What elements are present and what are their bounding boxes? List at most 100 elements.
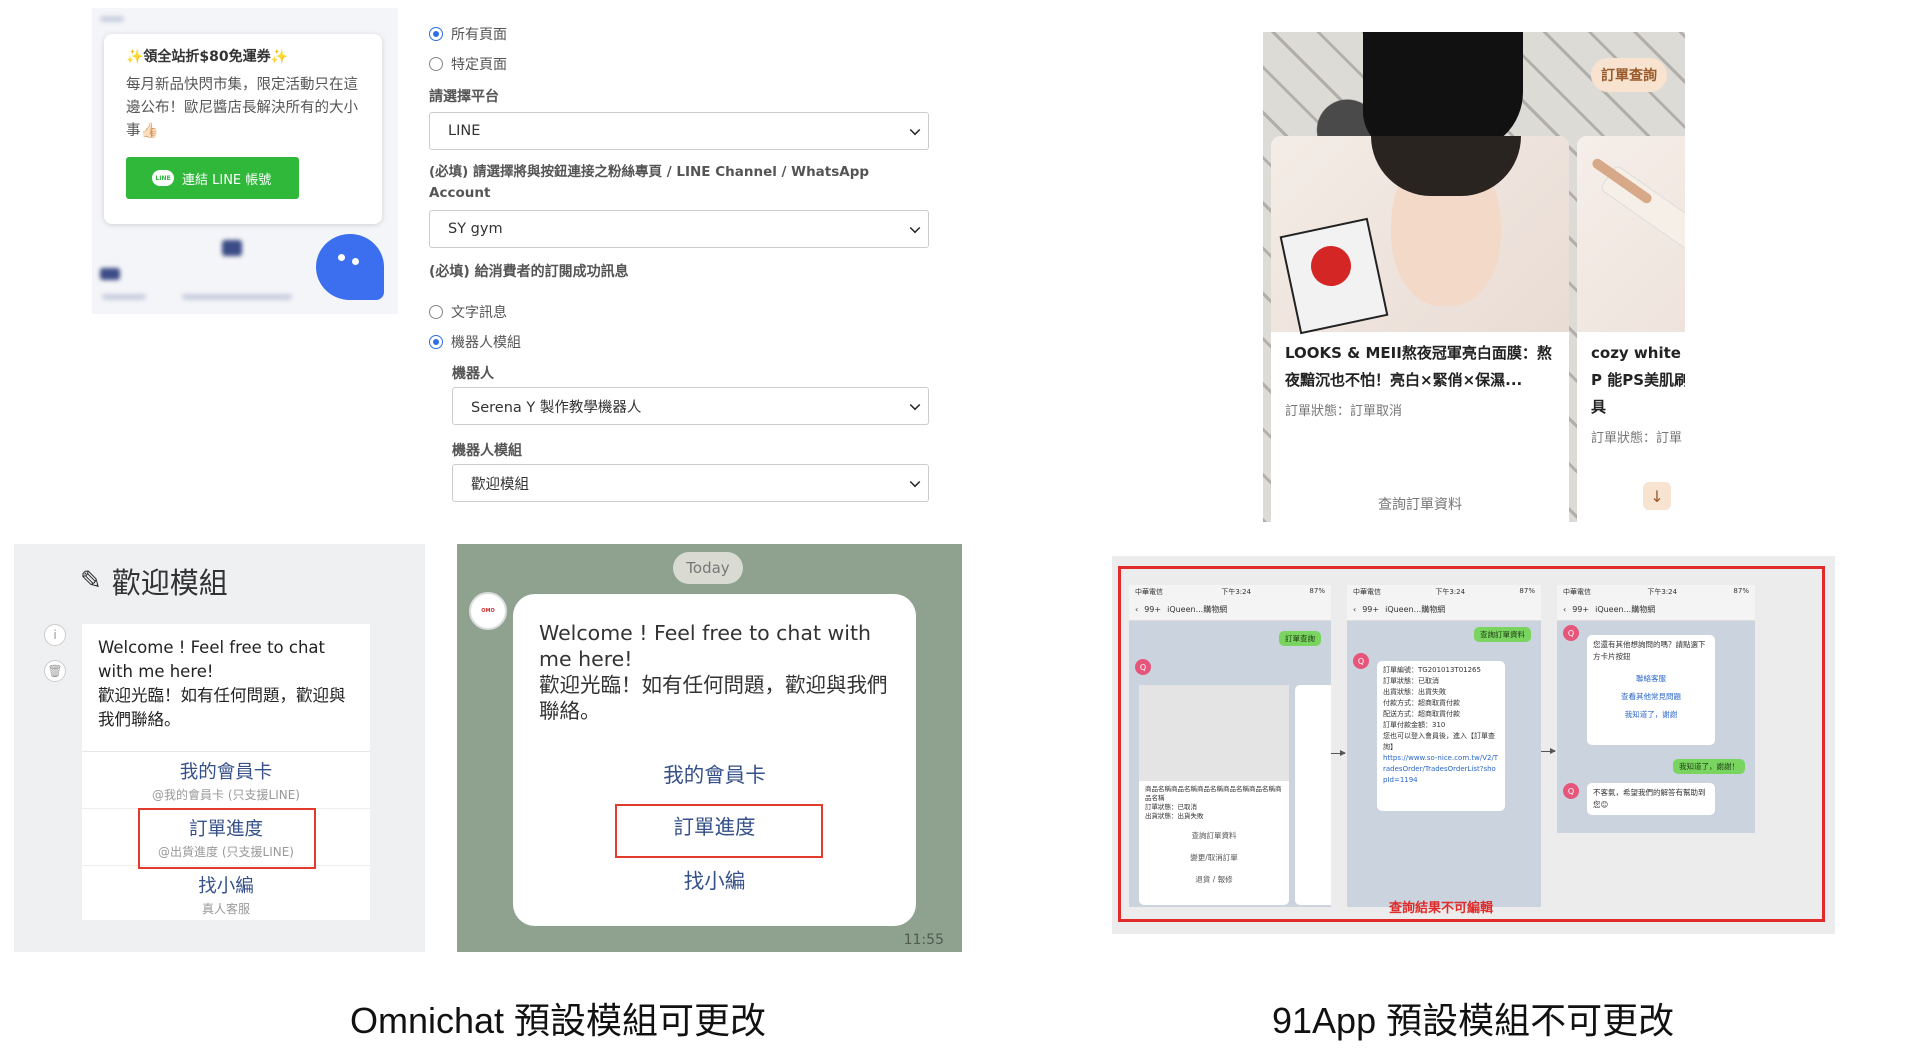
bot-avatar: Q	[1563, 625, 1579, 641]
caption-omnichat: Omnichat 預設模組可更改	[350, 1000, 767, 1041]
radio-text-message[interactable]: 文字訊息	[429, 302, 521, 322]
line-chat-preview: Today OMO Welcome ! Feel free to chat wi…	[457, 544, 962, 952]
message-type-radios: 文字訊息 機器人模組	[429, 302, 521, 352]
trash-icon[interactable]: 🗑	[44, 660, 66, 682]
module-label: 機器人模組	[452, 443, 522, 459]
platform-value: LINE	[448, 123, 481, 139]
editor-message-card: Welcome ! Feel free to chat with me here…	[82, 624, 370, 920]
bot-avatar: Q	[1135, 659, 1151, 675]
order-card-title: cozy white P 能PS美肌刷具	[1591, 344, 1685, 416]
bot-avatar: Q	[1353, 653, 1369, 669]
module-select[interactable]: 歡迎模組	[452, 464, 929, 502]
battery: 87%	[1309, 587, 1325, 595]
chat-message-text: Welcome ! Feel free to chat with me here…	[539, 621, 888, 723]
product-card: 商品名稱商品名稱商品名稱商品名稱商品名稱商品名稱 訂單狀態：已取消 出貨狀態：出…	[1139, 685, 1289, 905]
platform-label: 請選擇平台	[429, 89, 499, 105]
line-icon: LINE	[152, 170, 174, 186]
clock: 下午3:24	[1221, 588, 1252, 596]
user-bubble: 我知道了，謝謝！	[1673, 759, 1745, 774]
product-image	[1271, 136, 1569, 335]
channel-label: (必填) 請選擇將與按鈕連接之粉絲專頁 / LINE Channel / Wha…	[429, 164, 870, 201]
unread-count: 99+	[1362, 605, 1380, 614]
status-bar: 中華電信 下午3:24 87%	[1347, 585, 1541, 599]
faq-option[interactable]: 查看其他常見問題	[1593, 691, 1709, 703]
back-icon[interactable]: ‹	[1563, 605, 1566, 614]
chevron-down-icon	[909, 222, 921, 234]
order-card-status: 訂單狀態：訂單取消	[1285, 404, 1403, 419]
faq-option[interactable]: 聯絡客服	[1593, 673, 1709, 685]
action-return[interactable]: 退貨 / 報修	[1139, 869, 1289, 891]
app91-chat-screenshots: 中華電信 下午3:24 87% ‹ 99+ iQueen...購物網 訂單查詢 …	[1112, 556, 1835, 934]
shop-name: iQueen...購物網	[1595, 605, 1656, 614]
chat-header: ‹ 99+ iQueen...購物網	[1129, 599, 1331, 621]
phone-screen: 中華電信 下午3:24 87% ‹ 99+ iQueen...購物網 Q 您還有…	[1557, 585, 1755, 833]
order-card[interactable]: cozy white P 能PS美肌刷具 訂單狀態：訂單	[1577, 136, 1685, 522]
shop-name: iQueen...購物網	[1167, 605, 1228, 614]
radio-all-pages[interactable]: 所有頁面	[429, 24, 507, 44]
editor-message-text[interactable]: Welcome ! Feel free to chat with me here…	[82, 624, 370, 752]
faq-option[interactable]: 我知道了，謝謝	[1593, 709, 1709, 721]
clock: 下午3:24	[1435, 588, 1466, 596]
action-change[interactable]: 變更/取消訂單	[1139, 847, 1289, 869]
success-message-label: (必填) 給消費者的訂閱成功訊息	[429, 264, 629, 280]
product-status: 出貨狀態：出貨失敗	[1145, 812, 1204, 820]
unread-count: 99+	[1572, 605, 1590, 614]
phone-screen: 中華電信 下午3:24 87% ‹ 99+ iQueen...購物網 查詢訂單資…	[1347, 585, 1541, 907]
connect-line-button[interactable]: LINE 連結 LINE 帳號	[126, 157, 299, 199]
chat-button-member-card[interactable]: 我的會員卡	[513, 758, 916, 788]
highlight-box: 中華電信 下午3:24 87% ‹ 99+ iQueen...購物網 訂單查詢 …	[1118, 566, 1825, 922]
back-icon[interactable]: ‹	[1353, 605, 1356, 614]
message-time: 11:55	[903, 932, 944, 948]
edit-icon: ✎	[80, 566, 102, 596]
chat-header: ‹ 99+ iQueen...購物網	[1557, 599, 1755, 621]
info-icon[interactable]: i	[44, 624, 66, 646]
shop-name: iQueen...購物網	[1385, 605, 1446, 614]
chat-bubble-icon[interactable]	[316, 234, 384, 300]
faq-question: 您還有其他想詢問的嗎？請點選下方卡片按鈕	[1593, 640, 1706, 661]
chat-message-card: Welcome ! Feel free to chat with me here…	[513, 594, 916, 926]
editor-title-text: 歡迎模組	[111, 566, 228, 600]
chat-button-find-staff[interactable]: 找小編	[513, 864, 916, 894]
radio-label: 所有頁面	[451, 27, 507, 43]
caption-91app: 91App 預設模組不可更改	[1272, 1000, 1675, 1041]
bot-label: 機器人	[452, 366, 494, 382]
back-icon[interactable]: ‹	[1135, 605, 1138, 614]
order-card-query-link[interactable]: 查詢訂單資料	[1271, 494, 1569, 514]
status-bar: 中華電信 下午3:24 87%	[1557, 585, 1755, 599]
platform-select[interactable]: LINE	[429, 112, 929, 150]
button-label: 我的會員卡	[179, 762, 273, 783]
radio-specific-pages[interactable]: 特定頁面	[429, 54, 507, 74]
button-sub: @我的會員卡 (只支援LINE)	[152, 788, 300, 802]
user-bubble: 訂單查詢	[1279, 631, 1321, 646]
order-link[interactable]: https://www.so-nice.com.tw/V2/TradesOrde…	[1383, 753, 1499, 786]
chevron-down-icon	[909, 476, 921, 488]
carrier: 中華電信	[1353, 588, 1381, 596]
order-query-button[interactable]: 訂單查詢	[1591, 58, 1667, 92]
bot-select[interactable]: Serena Y 製作教學機器人	[452, 387, 929, 425]
radio-unselected[interactable]	[429, 305, 443, 319]
chevron-down-icon	[909, 399, 921, 411]
channel-select[interactable]: SY gym	[429, 210, 929, 248]
action-query[interactable]: 查詢訂單資料	[1139, 825, 1289, 847]
product-name: 商品名稱商品名稱商品名稱商品名稱商品名稱商品名稱	[1145, 785, 1282, 802]
user-bubble: 查詢訂單資料	[1474, 627, 1531, 642]
chevron-down-icon	[909, 124, 921, 136]
connect-line-label: 連結 LINE 帳號	[182, 172, 272, 188]
order-card[interactable]: LOOKS & MEII熬夜冠軍亮白面膜：熬夜黯沉也不怕！亮白×緊俏×保濕...…	[1271, 136, 1569, 522]
detail-line: 您也可以登入會員後，進入【訂單查詢】	[1383, 732, 1495, 751]
radio-unselected[interactable]	[429, 57, 443, 71]
clock: 下午3:24	[1647, 588, 1678, 596]
editor-button-member-card[interactable]: 我的會員卡 @我的會員卡 (只支援LINE)	[82, 752, 370, 809]
editor-button-find-staff[interactable]: 找小編 真人客服	[82, 866, 370, 923]
page-scope-radios: 所有頁面 特定頁面	[429, 24, 507, 74]
radio-selected[interactable]	[429, 335, 443, 349]
product-status: 訂單狀態：已取消	[1145, 803, 1197, 811]
welcome-module-editor: ✎ 歡迎模組 i 🗑 Welcome ! Feel free to chat w…	[14, 544, 425, 952]
order-card-title: LOOKS & MEII熬夜冠軍亮白面膜：熬夜黯沉也不怕！亮白×緊俏×保濕...	[1285, 344, 1552, 389]
chat-header: ‹ 99+ iQueen...購物網	[1347, 599, 1541, 621]
carrier: 中華電信	[1135, 588, 1163, 596]
radio-bot-module[interactable]: 機器人模組	[429, 332, 521, 352]
promo-title: ✨領全站折$80免運券✨	[126, 49, 289, 65]
arrow-down-icon[interactable]: ↓	[1643, 482, 1671, 510]
radio-selected[interactable]	[429, 27, 443, 41]
